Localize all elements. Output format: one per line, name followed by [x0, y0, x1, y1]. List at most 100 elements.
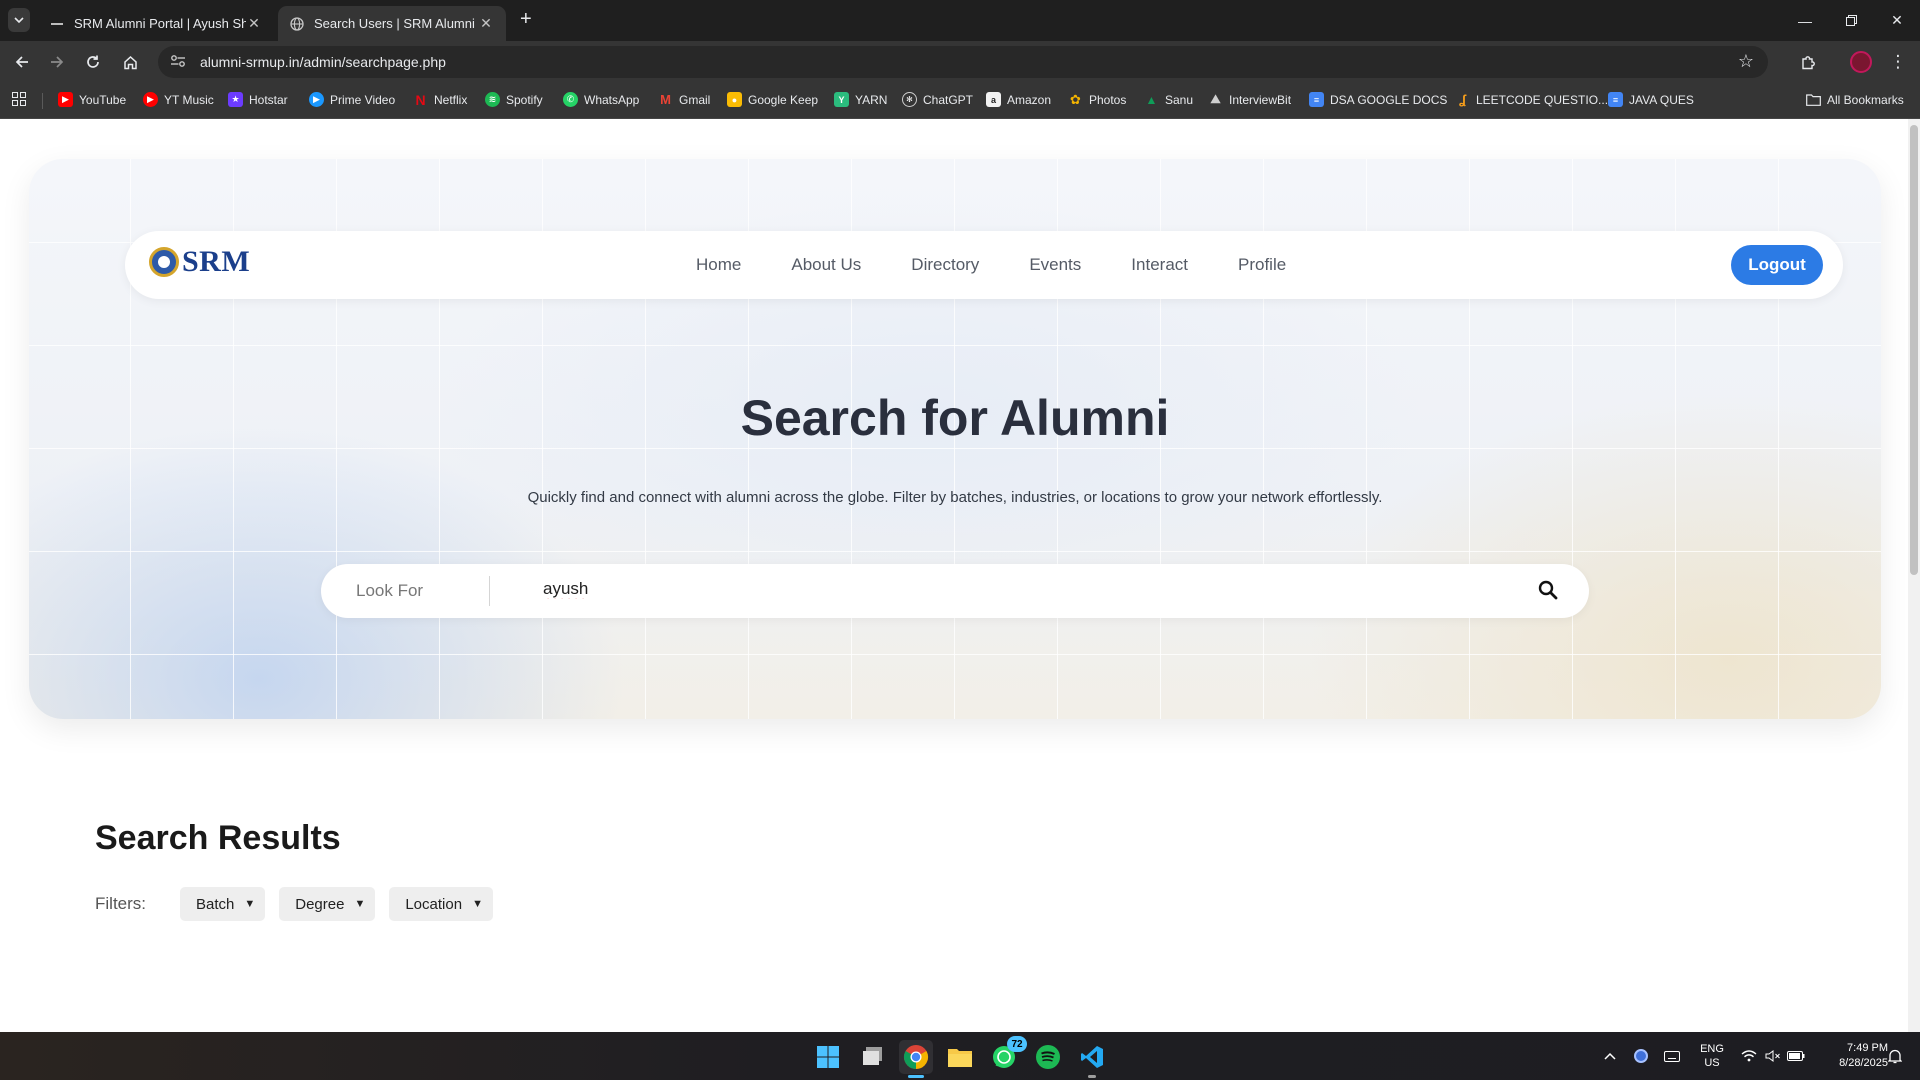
bookmark-yt-music[interactable]: ▶ YT Music	[143, 92, 214, 107]
bookmark-interviewbit[interactable]: ⛰ InterviewBit	[1208, 92, 1291, 107]
folder-icon	[1806, 92, 1821, 107]
bookmark-netflix[interactable]: N Netflix	[413, 91, 467, 108]
home-icon[interactable]	[117, 49, 143, 75]
hero-section: SRM Home About Us Directory Events Inter…	[29, 159, 1881, 719]
all-bookmarks[interactable]: All Bookmarks	[1806, 92, 1904, 107]
srm-seal-icon	[149, 247, 179, 277]
task-view-icon[interactable]	[856, 1040, 890, 1074]
close-window-icon[interactable]: ✕	[1874, 0, 1920, 41]
show-hidden-icons-chevron-up-icon[interactable]	[1600, 1032, 1620, 1080]
chrome-taskbar-icon[interactable]	[899, 1040, 933, 1078]
yarn-icon: Y	[834, 92, 849, 107]
volume-muted-icon[interactable]	[1762, 1032, 1784, 1080]
interviewbit-icon: ⛰	[1210, 92, 1221, 106]
filter-batch-select[interactable]: Batch ▼	[180, 887, 266, 921]
bookmark-google-keep[interactable]: ● Google Keep	[727, 92, 818, 107]
reload-icon[interactable]	[80, 49, 106, 75]
keyboard-icon[interactable]	[1662, 1032, 1682, 1080]
logo-text: SRM	[182, 245, 251, 278]
chevron-down-icon: ▼	[244, 898, 256, 910]
browser-toolbar: alumni-srmup.in/admin/searchpage.php ☆ ⋮	[0, 41, 1920, 83]
browser-tab-search-users[interactable]: Search Users | SRM Alumni ✕	[278, 6, 506, 41]
close-tab-icon[interactable]: ✕	[478, 15, 494, 32]
hotstar-icon: ★	[228, 92, 243, 107]
bookmark-photos[interactable]: ✿ Photos	[1068, 92, 1126, 107]
tray-app-icon[interactable]	[1631, 1032, 1651, 1080]
nav-profile[interactable]: Profile	[1238, 255, 1286, 275]
file-explorer-icon[interactable]	[943, 1040, 977, 1074]
battery-icon[interactable]	[1785, 1032, 1807, 1080]
filter-location-select[interactable]: Location ▼	[389, 887, 493, 921]
google-photos-icon: ✿	[1070, 91, 1081, 107]
tab-title: Search Users | SRM Alumni	[314, 16, 475, 31]
scrollbar-thumb[interactable]	[1910, 125, 1918, 575]
url-text: alumni-srmup.in/admin/searchpage.php	[200, 54, 446, 70]
page-subtitle: Quickly find and connect with alumni acr…	[527, 489, 1383, 506]
browser-tab-alumni-portal[interactable]: SRM Alumni Portal | Ayush Sha ✕	[38, 6, 274, 41]
bookmark-whatsapp[interactable]: ✆ WhatsApp	[563, 92, 639, 107]
region-code: US	[1704, 1057, 1720, 1069]
back-arrow-icon[interactable]	[9, 49, 35, 75]
bookmarks-divider	[42, 93, 43, 109]
bookmark-yarn[interactable]: Y YARN	[834, 92, 887, 107]
bookmark-chatgpt[interactable]: ✻ ChatGPT	[902, 92, 973, 107]
forward-arrow-icon[interactable]	[44, 49, 70, 75]
close-tab-icon[interactable]: ✕	[246, 15, 262, 32]
more-menu-icon[interactable]: ⋮	[1885, 49, 1911, 75]
apps-grid-icon[interactable]	[12, 92, 26, 106]
language-code: ENG	[1700, 1043, 1724, 1055]
logout-button[interactable]: Logout	[1731, 245, 1823, 285]
netflix-icon: N	[415, 91, 426, 108]
bookmark-sanu[interactable]: ▲ Sanu	[1144, 92, 1193, 107]
google-drive-icon: ▲	[1145, 92, 1158, 107]
youtube-icon: ▶	[58, 92, 73, 107]
nav-events[interactable]: Events	[1029, 255, 1081, 275]
notifications-icon[interactable]	[1884, 1032, 1906, 1080]
leetcode-icon: ʆ	[1458, 92, 1466, 107]
site-navbar: SRM Home About Us Directory Events Inter…	[125, 231, 1843, 299]
search-input[interactable]	[543, 579, 1443, 599]
bookmark-hotstar[interactable]: ★ Hotstar	[228, 92, 288, 107]
bookmark-youtube[interactable]: ▶ YouTube	[58, 92, 126, 107]
nav-about-us[interactable]: About Us	[791, 255, 861, 275]
bookmark-spotify[interactable]: ≋ Spotify	[485, 92, 543, 107]
tab-search-button[interactable]	[8, 8, 30, 32]
google-keep-icon: ●	[727, 92, 742, 107]
page-scrollbar[interactable]	[1908, 119, 1920, 1032]
wifi-icon[interactable]	[1738, 1032, 1760, 1080]
windows-start-icon[interactable]	[811, 1040, 845, 1074]
srm-logo[interactable]: SRM	[149, 247, 250, 277]
whatsapp-unread-badge: 72	[1007, 1036, 1027, 1052]
clock[interactable]: 7:49 PM 8/28/2025	[1818, 1032, 1888, 1080]
filter-degree-select[interactable]: Degree ▼	[279, 887, 376, 921]
bookmark-amazon[interactable]: a Amazon	[986, 92, 1051, 107]
bookmark-leetcode[interactable]: ʆ LEETCODE QUESTIO...	[1455, 92, 1608, 107]
extensions-puzzle-icon[interactable]	[1795, 49, 1821, 75]
chatgpt-icon: ✻	[902, 92, 917, 107]
profile-avatar[interactable]	[1848, 49, 1874, 75]
bookmark-java-ques[interactable]: ≡ JAVA QUES	[1608, 92, 1694, 107]
restore-window-icon[interactable]	[1828, 0, 1874, 41]
spotify-taskbar-icon[interactable]	[1031, 1040, 1065, 1074]
nav-directory[interactable]: Directory	[911, 255, 979, 275]
minimize-window-icon[interactable]: —	[1782, 0, 1828, 41]
vscode-taskbar-icon[interactable]	[1075, 1040, 1109, 1078]
chevron-down-icon: ▼	[472, 898, 483, 910]
page-title: Search for Alumni	[740, 390, 1170, 446]
bookmark-dsa-google-docs[interactable]: ≡ DSA GOOGLE DOCS	[1309, 92, 1447, 107]
nav-home[interactable]: Home	[696, 255, 741, 275]
google-docs-icon: ≡	[1309, 92, 1324, 107]
search-icon[interactable]	[1537, 579, 1561, 603]
address-bar[interactable]: alumni-srmup.in/admin/searchpage.php ☆	[158, 46, 1768, 78]
filter-location-label: Location	[405, 895, 463, 913]
new-tab-plus-icon[interactable]: +	[520, 8, 532, 31]
language-indicator[interactable]: ENG US	[1694, 1032, 1730, 1080]
nav-interact[interactable]: Interact	[1131, 255, 1188, 275]
bookmark-gmail[interactable]: M Gmail	[658, 92, 710, 107]
site-settings-icon[interactable]	[170, 54, 188, 71]
tab-favicon-icon	[50, 17, 64, 31]
whatsapp-taskbar-icon[interactable]: 72	[987, 1036, 1027, 1074]
bookmark-star-icon[interactable]: ☆	[1738, 51, 1754, 72]
results-heading: Search Results	[95, 819, 341, 857]
bookmark-prime-video[interactable]: ▶ Prime Video	[309, 92, 395, 107]
